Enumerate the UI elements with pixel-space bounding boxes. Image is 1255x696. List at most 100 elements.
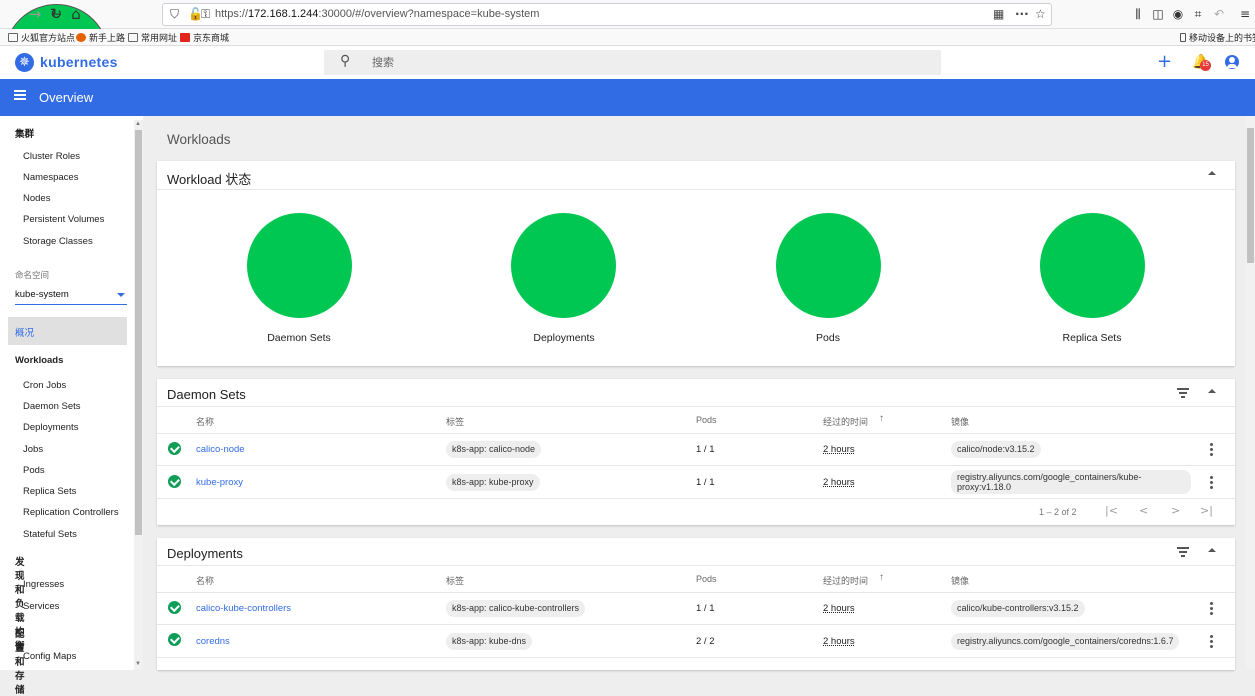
screenshot-icon[interactable]: ⌗ (1188, 4, 1208, 24)
sort-arrow-up-icon[interactable]: ↑ (879, 413, 884, 424)
divider (157, 189, 1235, 190)
qr-icon[interactable]: ▦ (993, 7, 1004, 21)
folder-icon (128, 33, 138, 42)
filter-icon[interactable] (1177, 388, 1189, 398)
resource-link[interactable]: calico-node (196, 444, 245, 455)
sidebar-item-namespaces[interactable]: Namespaces (23, 172, 78, 183)
jd-icon (180, 33, 190, 42)
sort-arrow-up-icon[interactable]: ↑ (879, 572, 884, 583)
kubernetes-logo-icon[interactable]: ✵ (15, 53, 34, 72)
url-rest: :30000/#/overview?namespace=kube-system (318, 8, 540, 20)
more-icon[interactable]: ··· (1015, 7, 1029, 21)
url-prefix: https:// (215, 8, 249, 20)
undo-icon[interactable]: ↶ (1209, 4, 1229, 24)
status-chart-pods (776, 213, 881, 318)
column-header-pods: Pods (696, 415, 717, 425)
bookmark-item[interactable]: 常用网址 (128, 31, 177, 44)
nav-menu-icon[interactable] (14, 90, 26, 100)
create-plus-icon[interactable]: + (1157, 53, 1172, 71)
sidebar-item-nodes[interactable]: Nodes (23, 193, 50, 204)
sidebar-item-replication-controllers[interactable]: Replication Controllers (23, 507, 119, 518)
sidebar-item-config-maps[interactable]: Config Maps (23, 651, 76, 662)
bookmark-item[interactable]: 新手上路 (76, 31, 125, 44)
bookmark-star-icon[interactable]: ☆ (1035, 7, 1046, 21)
bookmark-item[interactable]: 火狐官方站点 (8, 31, 75, 44)
brand-name[interactable]: kubernetes (40, 54, 118, 70)
sidebar-item-overview[interactable]: 概况 (8, 317, 127, 345)
sidebar-item-jobs[interactable]: Jobs (23, 444, 43, 455)
column-header-age[interactable]: 经过的时间 (823, 574, 868, 587)
sidebar-section-workloads[interactable]: Workloads (15, 355, 63, 366)
page-title: Overview (39, 90, 94, 105)
sidebar-scrollbar[interactable]: ▲ ▼ (134, 120, 143, 670)
divider (157, 433, 1235, 434)
resource-link[interactable]: calico-kube-controllers (196, 603, 291, 614)
resource-link[interactable]: kube-proxy (196, 477, 243, 488)
first-page-icon[interactable]: |< (1105, 504, 1118, 517)
namespace-select[interactable]: kube-system (15, 289, 127, 305)
collapse-icon[interactable] (1208, 389, 1216, 393)
account-icon[interactable]: ◉ (1168, 4, 1188, 24)
reload-icon[interactable]: ↻ (46, 4, 66, 24)
prev-page-icon[interactable]: < (1139, 504, 1148, 517)
collapse-icon[interactable] (1208, 171, 1216, 175)
url-bar[interactable]: ⛉ 🔓 ⚿ https://172.168.1.244:30000/#/over… (162, 3, 1052, 26)
age-value: 2 hours (823, 444, 855, 455)
shield-icon[interactable]: ⛉ (170, 7, 179, 22)
row-actions-icon[interactable] (1210, 602, 1213, 615)
url-text[interactable]: https://172.168.1.244:30000/#/overview?n… (215, 8, 539, 20)
library-icon[interactable]: ⫼ (1128, 4, 1148, 24)
scroll-up-icon[interactable]: ▲ (135, 121, 141, 127)
column-header-name[interactable]: 名称 (196, 574, 214, 587)
filter-icon[interactable] (1177, 547, 1189, 557)
status-ok-icon (168, 475, 181, 488)
phone-icon (1180, 33, 1186, 42)
forward-icon[interactable]: → (25, 4, 45, 24)
sidebar-item-deployments[interactable]: Deployments (23, 422, 78, 433)
pagination-range: 1 – 2 of 2 (1039, 507, 1077, 517)
firefox-icon (76, 33, 86, 42)
sidebar-item-storage-classes[interactable]: Storage Classes (23, 236, 93, 247)
sidebar-item-stateful-sets[interactable]: Stateful Sets (23, 529, 77, 540)
sidebar-item-cron-jobs[interactable]: Cron Jobs (23, 380, 66, 391)
search-input[interactable] (372, 54, 872, 72)
browser-toolbar: ← → ↻ ⌂ ⛉ 🔓 ⚿ https://172.168.1.244:3000… (0, 0, 1255, 109)
sidebar-item-label: 概况 (15, 328, 35, 339)
sidebar-item-persistent-volumes[interactable]: Persistent Volumes (23, 214, 104, 225)
bookmark-item[interactable]: 京东商城 (180, 31, 229, 44)
mobile-bookmarks[interactable]: 移动设备上的书签 (1180, 31, 1255, 44)
collapse-icon[interactable] (1208, 548, 1216, 552)
url-host: 172.168.1.244 (248, 8, 319, 20)
sidebar-item-cluster-roles[interactable]: Cluster Roles (23, 151, 80, 162)
key-icon: ⚿ (201, 7, 211, 21)
sidebar-item-ingresses[interactable]: Ingresses (23, 579, 64, 590)
bookmark-label: 常用网址 (141, 33, 178, 43)
age-value: 2 hours (823, 477, 855, 488)
user-avatar-icon[interactable] (1225, 55, 1239, 69)
scrollbar-thumb[interactable] (1247, 128, 1254, 263)
sidebar-icon[interactable]: ◫ (1148, 4, 1168, 24)
pods-count: 2 / 2 (696, 636, 715, 647)
sidebar-item-daemon-sets[interactable]: Daemon Sets (23, 401, 81, 412)
search-box[interactable]: ⚲ (324, 50, 941, 75)
next-page-icon[interactable]: > (1171, 504, 1180, 517)
row-actions-icon[interactable] (1210, 635, 1213, 648)
pods-count: 1 / 1 (696, 444, 715, 455)
home-icon[interactable]: ⌂ (66, 4, 86, 24)
sidebar-item-pods[interactable]: Pods (23, 465, 45, 476)
sidebar-item-replica-sets[interactable]: Replica Sets (23, 486, 76, 497)
row-actions-icon[interactable] (1210, 443, 1213, 456)
last-page-icon[interactable]: >| (1200, 504, 1213, 517)
sidebar-item-services[interactable]: Services (23, 601, 59, 612)
column-header-age[interactable]: 经过的时间 (823, 415, 868, 428)
main-scrollbar[interactable] (1246, 116, 1255, 670)
resource-link[interactable]: coredns (196, 636, 230, 647)
divider (157, 498, 1235, 499)
row-actions-icon[interactable] (1210, 476, 1213, 489)
scrollbar-thumb[interactable] (135, 130, 142, 535)
scroll-down-icon[interactable]: ▼ (135, 661, 141, 667)
hamburger-menu-icon[interactable]: ≡ (1235, 4, 1255, 24)
divider (157, 465, 1235, 466)
column-header-name[interactable]: 名称 (196, 415, 214, 428)
sidebar-section-cluster[interactable]: 集群 (15, 126, 34, 140)
